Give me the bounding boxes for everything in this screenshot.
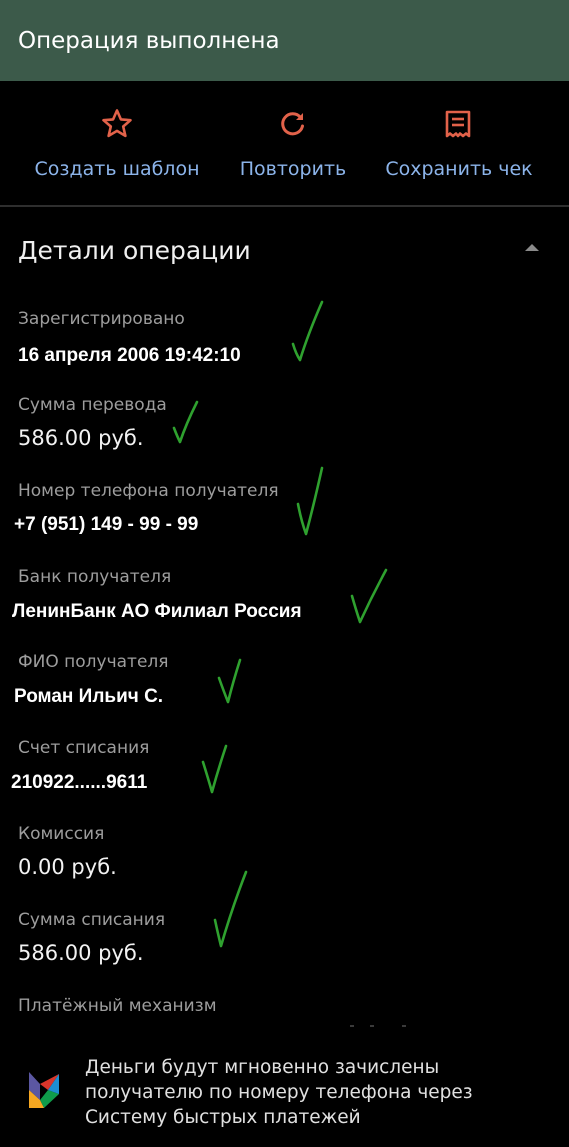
save-receipt-label: Сохранить чек xyxy=(385,158,533,180)
check-mark-icon xyxy=(201,744,228,794)
registered-label: Зарегистрировано xyxy=(18,309,185,329)
registered-value: 16 апреля 2006 19:42:10 xyxy=(16,339,336,372)
check-mark-icon xyxy=(172,400,199,444)
save-receipt-button[interactable]: Сохранить чек xyxy=(376,81,542,205)
divider xyxy=(0,205,569,207)
recipient-name-label: ФИО получателя xyxy=(18,652,169,672)
repeat-label: Повторить xyxy=(239,158,347,180)
sbp-logo-icon xyxy=(29,1072,59,1108)
amount-value: 586.00 руб. xyxy=(18,426,144,450)
sbp-note-line: Деньги будут мгновенно зачислены xyxy=(85,1057,440,1078)
phone-value: +7 (951) 149 - 99 - 99 xyxy=(12,508,274,548)
account-label: Счет списания xyxy=(18,738,150,758)
fee-label: Комиссия xyxy=(18,824,105,844)
repeat-button[interactable]: Повторить xyxy=(226,81,360,205)
check-mark-icon xyxy=(213,870,248,948)
check-mark-icon xyxy=(296,466,324,536)
account-value: 210922......9611 xyxy=(9,766,271,810)
bank-value: ЛенинБанк АО Филиал Россия xyxy=(10,595,384,632)
action-bar: Создать шаблон Повторить Сохранить чек xyxy=(0,81,569,205)
bank-label: Банк получателя xyxy=(18,567,172,587)
payment-mechanism-label: Платёжный механизм xyxy=(18,996,217,1016)
refresh-icon xyxy=(281,112,304,136)
debit-label: Сумма списания xyxy=(18,910,166,930)
chevron-up-icon[interactable] xyxy=(524,242,540,252)
section-title: Детали операции xyxy=(18,236,251,265)
faint-marks xyxy=(350,1025,406,1027)
star-icon xyxy=(102,109,132,138)
sbp-note-line: Систему быстрых платежей xyxy=(85,1107,361,1128)
phone-label: Номер телефона получателя xyxy=(18,481,279,501)
fee-value: 0.00 руб. xyxy=(18,855,117,879)
create-template-button[interactable]: Создать шаблон xyxy=(18,81,216,205)
top-bar: Операция выполнена xyxy=(0,0,569,81)
check-mark-icon xyxy=(350,568,388,624)
receipt-icon xyxy=(445,110,471,138)
page-title: Операция выполнена xyxy=(18,28,280,54)
sbp-note: Деньги будут мгновенно зачислены получат… xyxy=(85,1055,473,1130)
check-mark-icon xyxy=(291,300,324,362)
amount-label: Сумма перевода xyxy=(18,395,167,415)
check-mark-icon xyxy=(217,658,242,704)
create-template-label: Создать шаблон xyxy=(34,158,200,180)
debit-value: 586.00 руб. xyxy=(18,941,144,965)
sbp-note-line: получателю по номеру телефона через xyxy=(85,1082,473,1103)
